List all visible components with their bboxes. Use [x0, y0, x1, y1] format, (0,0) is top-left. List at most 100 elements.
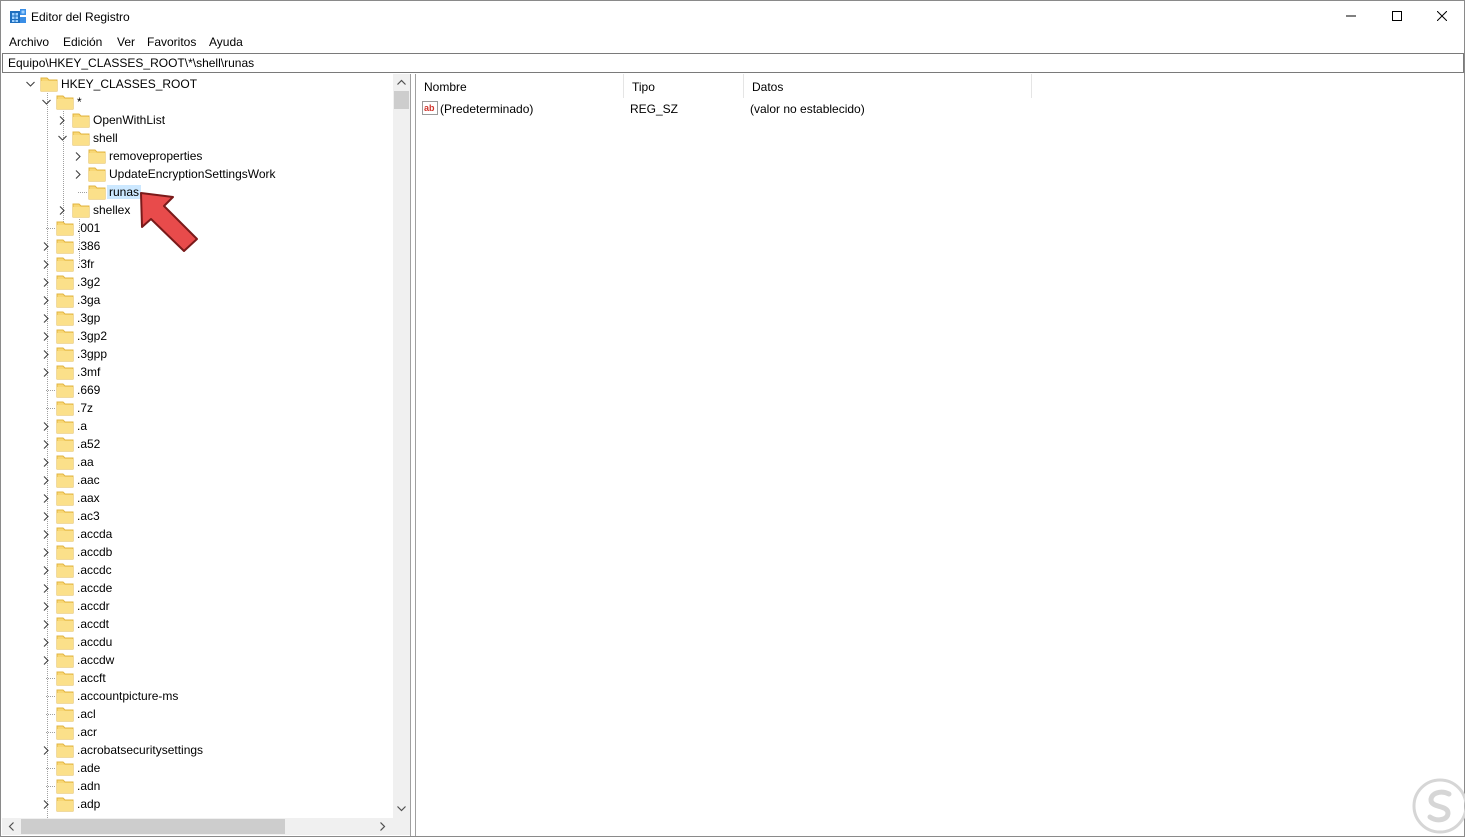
folder-icon	[56, 670, 74, 686]
column-header-nombre[interactable]: Nombre	[416, 74, 624, 98]
menu-favoritos[interactable]: Favoritos	[147, 35, 196, 49]
tree-item-ext[interactable]: .adp	[2, 795, 392, 813]
tree-item-ext[interactable]: .3gp2	[2, 327, 392, 345]
expand-chevron-icon[interactable]	[39, 597, 53, 615]
tree-item-ext[interactable]: .acl	[2, 705, 392, 723]
expand-chevron-icon[interactable]	[39, 291, 53, 309]
scroll-right-arrow-icon[interactable]	[380, 822, 386, 831]
expand-chevron-icon[interactable]	[39, 741, 53, 759]
tree-item-star[interactable]: *	[2, 93, 392, 111]
tree-item-updateencryptionsettingswork[interactable]: UpdateEncryptionSettingsWork	[2, 165, 392, 183]
tree-item-ext[interactable]: .accdb	[2, 543, 392, 561]
tree-item-ext[interactable]: .accountpicture-ms	[2, 687, 392, 705]
tree-item-label: .accdb	[77, 545, 113, 559]
expand-chevron-icon[interactable]	[39, 255, 53, 273]
tree-item-ext[interactable]: .acr	[2, 723, 392, 741]
expand-chevron-icon[interactable]	[55, 111, 69, 129]
tree-item-ext[interactable]: .accft	[2, 669, 392, 687]
tree-item-ext[interactable]: .accdc	[2, 561, 392, 579]
tree-item-ext[interactable]: .ade	[2, 759, 392, 777]
tree-vscroll-thumb[interactable]	[394, 91, 409, 109]
menu-archivo[interactable]: Archivo	[9, 35, 49, 49]
tree-item-ext[interactable]: .a	[2, 417, 392, 435]
tree-item-ext[interactable]: .3gpp	[2, 345, 392, 363]
expand-chevron-icon[interactable]	[39, 633, 53, 651]
expand-chevron-icon[interactable]	[55, 201, 69, 219]
collapse-chevron-icon[interactable]	[55, 129, 69, 147]
tree-item-ext[interactable]: .accdt	[2, 615, 392, 633]
collapse-chevron-icon[interactable]	[23, 75, 37, 93]
column-header-tipo[interactable]: Tipo	[624, 74, 744, 98]
tree-connector	[39, 381, 53, 399]
expand-chevron-icon[interactable]	[39, 417, 53, 435]
expand-chevron-icon[interactable]	[39, 579, 53, 597]
tree-item-removeproperties[interactable]: removeproperties	[2, 147, 392, 165]
tree-item-openwithlist[interactable]: OpenWithList	[2, 111, 392, 129]
tree-item-ext[interactable]: .3g2	[2, 273, 392, 291]
scroll-up-arrow-icon[interactable]	[397, 79, 406, 85]
expand-chevron-icon[interactable]	[39, 327, 53, 345]
expand-chevron-icon[interactable]	[39, 795, 53, 813]
tree-item-ext[interactable]: .ac3	[2, 507, 392, 525]
tree-item-ext[interactable]: .accdr	[2, 597, 392, 615]
column-label: Nombre	[424, 80, 467, 94]
menu-ver[interactable]: Ver	[117, 35, 135, 49]
collapse-chevron-icon[interactable]	[39, 93, 53, 111]
tree-item-ext[interactable]: .3gp	[2, 309, 392, 327]
tree-item-ext[interactable]: .aa	[2, 453, 392, 471]
expand-chevron-icon[interactable]	[39, 453, 53, 471]
scroll-down-arrow-icon[interactable]	[397, 806, 406, 812]
expand-chevron-icon[interactable]	[39, 471, 53, 489]
expand-chevron-icon[interactable]	[39, 651, 53, 669]
maximize-button[interactable]	[1374, 1, 1420, 31]
value-row[interactable]: ab (Predeterminado) REG_SZ (valor no est…	[416, 98, 1036, 118]
tree-item-ext[interactable]: .7z	[2, 399, 392, 417]
expand-chevron-icon[interactable]	[39, 237, 53, 255]
menu-edicion[interactable]: Edición	[63, 35, 102, 49]
tree-item-ext[interactable]: .accde	[2, 579, 392, 597]
tree-item-shell[interactable]: shell	[2, 129, 392, 147]
tree-item-ext[interactable]: .adn	[2, 777, 392, 795]
expand-chevron-icon[interactable]	[39, 489, 53, 507]
tree-item-ext[interactable]: .3fr	[2, 255, 392, 273]
close-button[interactable]	[1419, 1, 1465, 31]
expand-chevron-icon[interactable]	[39, 435, 53, 453]
address-path: Equipo\HKEY_CLASSES_ROOT\*\shell\runas	[8, 56, 255, 70]
tree-item-ext[interactable]: .669	[2, 381, 392, 399]
tree-item-ext[interactable]: .a52	[2, 435, 392, 453]
tree-item-ext[interactable]: .acrobatsecuritysettings	[2, 741, 392, 759]
expand-chevron-icon[interactable]	[39, 507, 53, 525]
tree-hscroll-thumb[interactable]	[21, 819, 285, 834]
tree-item-ext[interactable]: .accdw	[2, 651, 392, 669]
key-tree-pane[interactable]: HKEY_CLASSES_ROOT * OpenWithList shell remov…	[2, 74, 411, 836]
tree-item-label: .accdt	[77, 617, 110, 631]
folder-icon	[56, 778, 74, 794]
values-list-pane[interactable]: Nombre Tipo Datos ab (Predeterminado) RE…	[415, 74, 1464, 836]
tree-horizontal-scrollbar[interactable]	[2, 818, 393, 835]
expand-chevron-icon[interactable]	[39, 543, 53, 561]
expand-chevron-icon[interactable]	[39, 363, 53, 381]
folder-icon	[56, 472, 74, 488]
menu-ayuda[interactable]: Ayuda	[209, 35, 243, 49]
tree-item-label: .a	[77, 419, 88, 433]
expand-chevron-icon[interactable]	[39, 273, 53, 291]
scroll-left-arrow-icon[interactable]	[8, 822, 14, 831]
address-bar[interactable]: Equipo\HKEY_CLASSES_ROOT\*\shell\runas	[2, 53, 1464, 73]
tree-vertical-scrollbar[interactable]	[393, 74, 410, 818]
expand-chevron-icon[interactable]	[39, 525, 53, 543]
tree-item-hkey-classes-root[interactable]: HKEY_CLASSES_ROOT	[2, 75, 392, 93]
tree-item-ext[interactable]: .3ga	[2, 291, 392, 309]
expand-chevron-icon[interactable]	[71, 165, 85, 183]
column-header-datos[interactable]: Datos	[744, 74, 1032, 98]
tree-item-ext[interactable]: .aax	[2, 489, 392, 507]
expand-chevron-icon[interactable]	[39, 615, 53, 633]
tree-item-ext[interactable]: .accdu	[2, 633, 392, 651]
tree-item-ext[interactable]: .3mf	[2, 363, 392, 381]
tree-item-ext[interactable]: .aac	[2, 471, 392, 489]
expand-chevron-icon[interactable]	[39, 345, 53, 363]
expand-chevron-icon[interactable]	[39, 561, 53, 579]
minimize-button[interactable]	[1328, 1, 1374, 31]
expand-chevron-icon[interactable]	[71, 147, 85, 165]
expand-chevron-icon[interactable]	[39, 309, 53, 327]
tree-item-ext[interactable]: .accda	[2, 525, 392, 543]
